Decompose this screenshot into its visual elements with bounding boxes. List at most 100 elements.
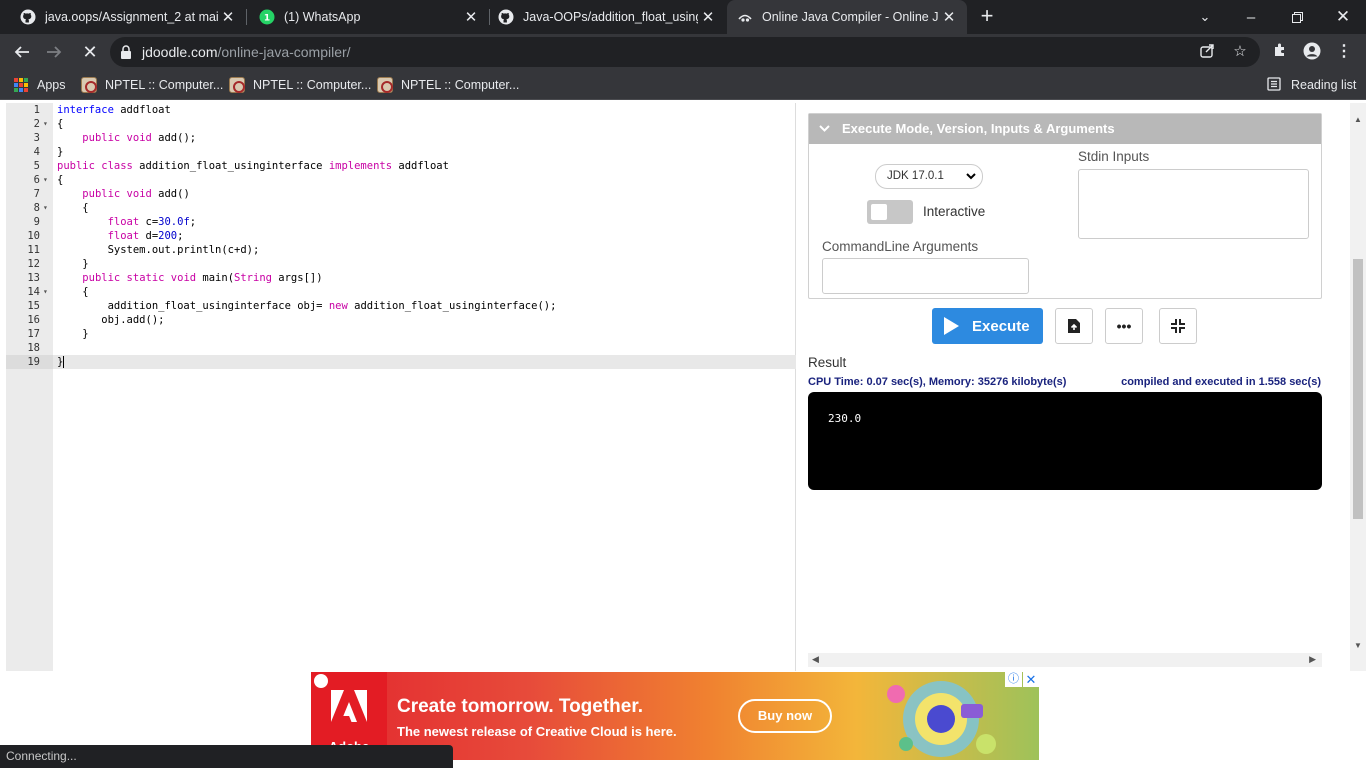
close-tab-icon[interactable]: ✕ [698, 8, 718, 26]
code-text: { [57, 174, 64, 186]
execute-options-card: Execute Mode, Version, Inputs & Argument… [808, 113, 1322, 299]
upload-file-button[interactable] [1055, 308, 1093, 344]
code-text: { [57, 202, 89, 214]
fold-arrow-icon[interactable]: ▾ [43, 201, 51, 215]
code-token: ; [189, 216, 197, 228]
code-token: ; [177, 230, 184, 242]
bookmark-star-icon[interactable]: ☆ [1231, 43, 1249, 61]
buy-now-button[interactable]: Buy now [738, 699, 832, 733]
interactive-toggle[interactable] [867, 200, 913, 224]
profile-avatar-icon[interactable] [1302, 42, 1322, 62]
minimize-icon[interactable]: – [1228, 0, 1274, 34]
bookmarks-bar: Apps NPTEL :: Computer... NPTEL :: Compu… [0, 70, 1366, 100]
reading-list-icon [1267, 77, 1283, 93]
bookmark-label: Apps [37, 78, 66, 92]
code-token: addition_float_usinginterface [132, 160, 329, 172]
code-line: 3 public void add(); [6, 131, 796, 145]
scroll-right-icon[interactable]: ▶ [1309, 654, 1316, 665]
forward-icon[interactable] [40, 38, 68, 66]
code-text: float c=30.0f; [57, 215, 197, 229]
line-number: 2 [33, 118, 40, 130]
nptel-icon [377, 77, 393, 93]
vertical-scrollbar[interactable]: ▲ ▼ [1350, 103, 1366, 671]
svg-text:1: 1 [264, 14, 270, 24]
reading-list-label: Reading list [1291, 78, 1357, 92]
close-window-icon[interactable]: ✕ [1320, 0, 1366, 34]
whatsapp-icon: 1 [259, 9, 275, 25]
scroll-left-icon[interactable]: ◀ [812, 654, 819, 665]
tab-search-chevron-icon[interactable]: ⌄ [1182, 0, 1228, 34]
stdin-textarea[interactable] [1078, 169, 1309, 239]
interactive-label: Interactive [923, 204, 986, 219]
code-text: { [57, 118, 64, 130]
chevron-down-icon [966, 165, 976, 197]
code-token: addfloat [113, 104, 171, 116]
tab-whatsapp[interactable]: 1 (1) WhatsApp ✕ [247, 0, 489, 34]
execute-button[interactable]: Execute [932, 308, 1043, 344]
compress-icon [1171, 319, 1185, 333]
jdk-version-value: JDK 17.0.1 [887, 170, 944, 182]
line-number: 7 [33, 188, 40, 200]
extensions-icon[interactable] [1270, 42, 1290, 62]
code-line: 11 System.out.println(c+d); [6, 243, 796, 257]
reading-list-button[interactable]: Reading list [1267, 75, 1356, 95]
close-tab-icon[interactable]: ✕ [218, 8, 238, 26]
bookmark-nptel-3[interactable]: NPTEL :: Computer... [377, 75, 519, 95]
code-text: } [57, 146, 64, 158]
code-text: public static void main(String args[]) [57, 271, 322, 285]
ad-close-icon[interactable]: ✕ [1023, 672, 1039, 687]
code-token: public void [82, 132, 152, 144]
stop-loading-icon[interactable]: ✕ [76, 38, 104, 66]
tab-jdoodle-active[interactable]: Online Java Compiler - Online Ja ✕ [727, 0, 967, 34]
github-icon [20, 9, 36, 25]
close-tab-icon[interactable]: ✕ [461, 8, 481, 26]
ad-choices-icon[interactable]: ⓘ [1005, 672, 1022, 687]
tab-title: (1) WhatsApp [284, 10, 361, 24]
more-options-button[interactable]: ••• [1105, 308, 1143, 344]
restore-icon[interactable] [1274, 0, 1320, 34]
scroll-up-icon[interactable]: ▲ [1354, 115, 1362, 124]
cmd-args-input[interactable] [822, 258, 1029, 294]
github-icon [498, 9, 514, 25]
bookmark-nptel-1[interactable]: NPTEL :: Computer... [81, 75, 223, 95]
code-token: public class [57, 160, 133, 172]
jdk-version-select[interactable]: JDK 17.0.1 [875, 164, 983, 189]
fold-arrow-icon[interactable]: ▾ [43, 285, 51, 299]
apps-grid-icon [14, 78, 28, 92]
code-line: 9 float c=30.0f; [6, 215, 796, 229]
line-number: 1 [33, 104, 40, 116]
back-icon[interactable] [8, 38, 36, 66]
line-number: 14 [27, 286, 40, 298]
tab-strip: java.oops/Assignment_2 at main ✕ 1 (1) W… [0, 0, 1366, 34]
cpu-memory-stats: CPU Time: 0.07 sec(s), Memory: 35276 kil… [808, 376, 1067, 388]
fold-arrow-icon[interactable]: ▾ [43, 173, 51, 187]
code-token: new [328, 300, 348, 312]
address-bar[interactable]: jdoodle.com/online-java-compiler/ ☆ [110, 37, 1260, 67]
bookmark-apps[interactable]: Apps [14, 75, 66, 95]
bookmark-nptel-2[interactable]: NPTEL :: Computer... [229, 75, 371, 95]
execute-label: Execute [972, 317, 1030, 335]
tab-github-java-oops[interactable]: Java-OOPs/addition_float_usingi ✕ [490, 0, 726, 34]
fold-arrow-icon[interactable]: ▾ [43, 117, 51, 131]
execute-options-header[interactable]: Execute Mode, Version, Inputs & Argument… [809, 114, 1321, 144]
new-tab-button[interactable]: + [975, 4, 999, 30]
share-icon[interactable] [1198, 43, 1216, 61]
collapse-button[interactable] [1159, 308, 1197, 344]
scroll-down-icon[interactable]: ▼ [1354, 641, 1362, 650]
menu-kebab-icon[interactable]: ⋮ [1334, 42, 1354, 62]
horizontal-scrollbar[interactable]: ◀ ▶ [808, 653, 1322, 667]
code-line: 5 public class addition_float_usinginterf… [6, 159, 796, 173]
status-bubble: Connecting... [0, 745, 453, 768]
scrollbar-thumb[interactable] [1353, 259, 1363, 519]
line-number: 16 [27, 314, 40, 326]
execute-options-title: Execute Mode, Version, Inputs & Argument… [842, 121, 1115, 136]
code-text: float d=200; [57, 229, 184, 243]
code-text: addition_float_usinginterface obj= new a… [57, 299, 557, 313]
tab-github-assignment[interactable]: java.oops/Assignment_2 at main ✕ [0, 0, 246, 34]
close-tab-icon[interactable]: ✕ [939, 8, 959, 26]
line-number: 4 [33, 146, 40, 158]
chevron-down-icon [819, 114, 830, 155]
jdoodle-icon [737, 9, 753, 25]
code-editor[interactable]: 1 interface addfloat 2 ▾{ 3 public void ad… [6, 103, 796, 671]
